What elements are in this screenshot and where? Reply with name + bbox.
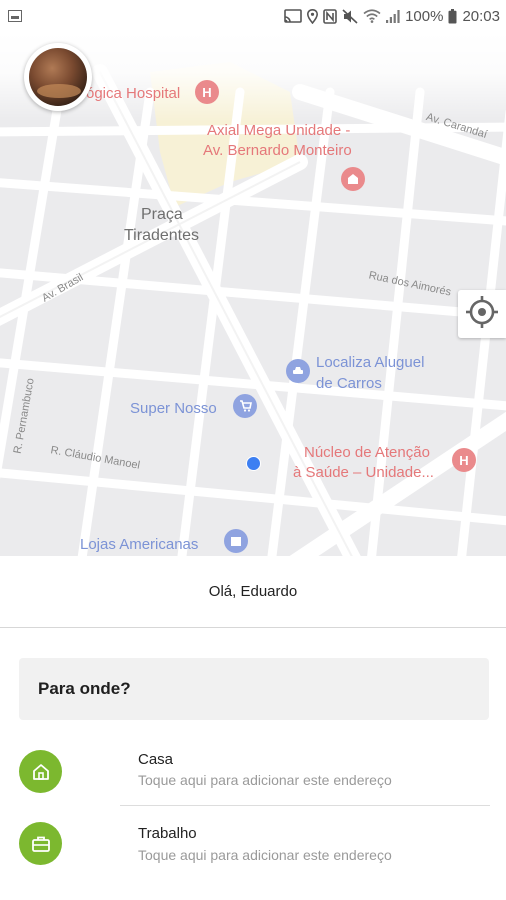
address-home-subtitle: Toque aqui para adicionar este endereço — [138, 772, 392, 788]
wifi-icon — [363, 9, 381, 23]
map-view[interactable]: ógica Hospital H Axial Mega Unidade - Av… — [0, 32, 506, 556]
address-divider — [120, 805, 490, 806]
battery-icon — [448, 8, 457, 24]
store-pin-icon-2[interactable] — [224, 529, 248, 553]
battery-percentage: 100% — [405, 7, 444, 25]
briefcase-icon — [19, 822, 62, 865]
nfc-icon — [323, 8, 337, 24]
poi-nucleo-line2[interactable]: à Saúde – Unidade... — [293, 463, 434, 482]
poi-hospital-label[interactable]: ógica Hospital — [86, 84, 180, 103]
car-pin-icon[interactable] — [286, 359, 310, 383]
cast-icon — [284, 9, 302, 23]
greeting-bar: Olá, Eduardo — [0, 556, 506, 628]
poi-nucleo-line1[interactable]: Núcleo de Atenção — [304, 443, 430, 462]
address-home-title: Casa — [138, 751, 174, 768]
address-work-title: Trabalho — [138, 825, 197, 842]
my-location-button[interactable] — [458, 290, 506, 338]
avatar-photo — [29, 48, 87, 106]
destination-search-box[interactable]: Para onde? — [19, 658, 489, 720]
poi-lojas-americanas-label[interactable]: Lojas Americanas — [80, 535, 198, 554]
hospital-pin-icon[interactable]: H — [195, 80, 219, 104]
destination-label: Para onde? — [38, 679, 131, 698]
poi-axial-line2[interactable]: Av. Bernardo Monteiro — [203, 141, 352, 160]
user-location-dot — [246, 456, 261, 471]
poi-localiza-line2[interactable]: de Carros — [316, 374, 382, 393]
signal-icon — [386, 9, 400, 23]
hospital-pin-icon-2[interactable]: H — [452, 448, 476, 472]
poi-axial-line1[interactable]: Axial Mega Unidade - — [207, 121, 350, 140]
clock: 20:03 — [462, 7, 500, 25]
status-bar: 100% 20:03 — [0, 0, 506, 32]
store-pin-icon[interactable] — [341, 167, 365, 191]
profile-avatar[interactable] — [24, 43, 92, 111]
address-work-subtitle: Toque aqui para adicionar este endereço — [138, 847, 392, 863]
location-icon — [307, 8, 319, 24]
greeting-text: Olá, Eduardo — [208, 583, 298, 600]
shopping-cart-pin-icon[interactable] — [233, 394, 257, 418]
poi-praca-line2[interactable]: Tiradentes — [124, 226, 199, 245]
crosshair-icon — [465, 295, 499, 334]
address-row-work[interactable]: Trabalho Toque aqui para adicionar este … — [0, 812, 506, 880]
home-icon — [19, 750, 62, 793]
poi-super-nosso-label[interactable]: Super Nosso — [130, 399, 217, 418]
mute-icon — [342, 8, 358, 24]
gallery-notification-icon — [8, 10, 22, 22]
poi-localiza-line1[interactable]: Localiza Aluguel — [316, 353, 424, 372]
poi-praca-line1[interactable]: Praça — [141, 205, 183, 224]
address-row-home[interactable]: Casa Toque aqui para adicionar este ende… — [0, 738, 506, 806]
